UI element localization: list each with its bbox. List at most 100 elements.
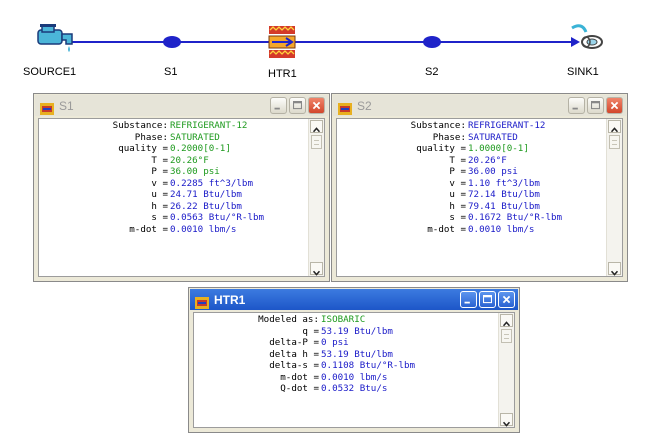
property-row: delta-s = 0.1108 Btu/°R-lbm bbox=[194, 360, 498, 372]
property-value: 0 psi bbox=[321, 337, 349, 348]
property-value: 53.19 Btu/lbm bbox=[321, 325, 393, 337]
maximize-button[interactable] bbox=[587, 97, 604, 114]
maximize-button[interactable] bbox=[289, 97, 306, 114]
property-value: 24.71 Btu/lbm bbox=[170, 189, 242, 200]
property-value: SATURATED bbox=[170, 131, 220, 143]
properties-panel-s2: Substance: REFRIGERANT-12 Phase: SATURATED q… bbox=[336, 118, 623, 277]
property-label: P = bbox=[151, 166, 168, 177]
property-label: h = bbox=[449, 200, 466, 212]
property-label: s = bbox=[449, 212, 466, 223]
scroll-up-button[interactable] bbox=[310, 120, 323, 133]
property-label: u = bbox=[449, 189, 466, 200]
property-row: s = 0.0563 Btu/°R-lbm bbox=[39, 212, 308, 224]
property-label: delta-s = bbox=[269, 360, 319, 371]
property-value: 26.22 Btu/lbm bbox=[170, 200, 242, 212]
property-list: Substance: REFRIGERANT-12 Phase: SATURATED q… bbox=[39, 120, 308, 235]
property-row: m-dot = 0.0010 lbm/s bbox=[337, 224, 606, 236]
vertical-scrollbar[interactable] bbox=[308, 119, 324, 276]
close-button[interactable] bbox=[308, 97, 325, 114]
properties-panel-htr1: Modeled as: ISOBARIC q = 53.19 Btu/lbm delta… bbox=[193, 312, 515, 428]
property-label: s = bbox=[151, 212, 168, 223]
stream-node-s1[interactable] bbox=[163, 36, 181, 48]
vertical-scrollbar[interactable] bbox=[606, 119, 622, 276]
property-value: 0.0010 lbm/s bbox=[321, 371, 388, 383]
property-row: Q-dot = 0.0532 Btu/s bbox=[194, 383, 498, 395]
close-button[interactable] bbox=[498, 291, 515, 308]
property-value: 0.0563 Btu/°R-lbm bbox=[170, 212, 265, 223]
minimize-button[interactable] bbox=[270, 97, 287, 114]
property-value: 1.0000[0-1] bbox=[468, 143, 529, 154]
property-row: quality = 0.2000[0-1] bbox=[39, 143, 308, 155]
property-row: delta-P = 0 psi bbox=[194, 337, 498, 349]
property-label: delta-P = bbox=[269, 337, 319, 348]
titlebar-s1[interactable]: S1 bbox=[35, 95, 328, 116]
heater-icon[interactable] bbox=[268, 26, 296, 58]
property-label: Substance: bbox=[410, 120, 466, 131]
properties-panel-s1: Substance: REFRIGERANT-12 Phase: SATURATED q… bbox=[38, 118, 325, 277]
property-label: delta h = bbox=[269, 348, 319, 360]
property-value: 72.14 Btu/lbm bbox=[468, 189, 540, 200]
property-label: Phase: bbox=[432, 131, 466, 143]
property-row: T = 20.26°F bbox=[337, 155, 606, 167]
vertical-scrollbar[interactable] bbox=[498, 313, 514, 427]
scroll-thumb[interactable] bbox=[609, 135, 620, 149]
window-title: HTR1 bbox=[214, 292, 246, 307]
property-value: ISOBARIC bbox=[321, 314, 366, 325]
scroll-up-button[interactable] bbox=[500, 314, 513, 327]
node-label-sink1: SINK1 bbox=[567, 66, 599, 78]
window-title: S1 bbox=[59, 98, 74, 113]
property-value: 0.0532 Btu/s bbox=[321, 383, 388, 394]
property-value: 53.19 Btu/lbm bbox=[321, 348, 393, 360]
titlebar-s2[interactable]: S2 bbox=[333, 95, 626, 116]
window-s1[interactable]: S1 Substance: REFRIGERANT-12 Phase: SATURAT… bbox=[33, 93, 330, 282]
property-label: q = bbox=[302, 325, 319, 337]
scroll-down-button[interactable] bbox=[310, 262, 323, 276]
minimize-button[interactable] bbox=[568, 97, 585, 114]
window-htr1[interactable]: HTR1 Modeled as: ISOBARIC q = 53.19 Btu/lbm… bbox=[188, 287, 520, 433]
property-label: T = bbox=[449, 154, 466, 166]
scroll-down-button[interactable] bbox=[500, 413, 513, 427]
node-label-s1: S1 bbox=[164, 66, 178, 78]
property-label: T = bbox=[151, 154, 168, 166]
property-value: 0.1108 Btu/°R-lbm bbox=[321, 360, 416, 371]
property-label: v = bbox=[449, 177, 466, 189]
scroll-up-button[interactable] bbox=[608, 120, 621, 133]
property-label: quality = bbox=[416, 143, 466, 154]
property-list: Modeled as: ISOBARIC q = 53.19 Btu/lbm delta… bbox=[194, 314, 498, 395]
property-row: s = 0.1672 Btu/°R-lbm bbox=[337, 212, 606, 224]
property-label: Q-dot = bbox=[280, 383, 319, 394]
property-label: m-dot = bbox=[129, 223, 168, 235]
property-value: 0.0010 lbm/s bbox=[468, 223, 535, 235]
minimize-button[interactable] bbox=[460, 291, 477, 308]
property-value: 0.0010 lbm/s bbox=[170, 223, 237, 235]
property-label: Phase: bbox=[134, 131, 168, 143]
scroll-down-button[interactable] bbox=[608, 262, 621, 276]
scroll-thumb[interactable] bbox=[311, 135, 322, 149]
node-label-htr1: HTR1 bbox=[268, 68, 297, 80]
flow-canvas bbox=[37, 24, 603, 58]
app-window-icon bbox=[195, 294, 209, 309]
property-label: h = bbox=[151, 200, 168, 212]
property-row: q = 53.19 Btu/lbm bbox=[194, 326, 498, 338]
property-row: v = 0.2285 ft^3/lbm bbox=[39, 178, 308, 190]
property-row: quality = 1.0000[0-1] bbox=[337, 143, 606, 155]
sink-drain-icon[interactable] bbox=[571, 24, 603, 49]
close-button[interactable] bbox=[606, 97, 623, 114]
flow-arrow-2 bbox=[571, 37, 580, 47]
property-row: h = 26.22 Btu/lbm bbox=[39, 201, 308, 213]
property-value: 79.41 Btu/lbm bbox=[468, 200, 540, 212]
scroll-thumb[interactable] bbox=[501, 329, 512, 343]
property-row: v = 1.10 ft^3/lbm bbox=[337, 178, 606, 190]
stream-node-s2[interactable] bbox=[423, 36, 441, 48]
faucet-icon[interactable] bbox=[37, 24, 73, 52]
window-title: S2 bbox=[357, 98, 372, 113]
property-value: 36.00 psi bbox=[468, 166, 518, 177]
property-row: u = 72.14 Btu/lbm bbox=[337, 189, 606, 201]
app-window-icon bbox=[338, 100, 352, 115]
node-label-source1: SOURCE1 bbox=[23, 66, 77, 78]
window-s2[interactable]: S2 Substance: REFRIGERANT-12 Phase: SATURAT… bbox=[331, 93, 628, 282]
property-row: Substance: REFRIGERANT-12 bbox=[337, 120, 606, 132]
maximize-button[interactable] bbox=[479, 291, 496, 308]
property-list: Substance: REFRIGERANT-12 Phase: SATURATED q… bbox=[337, 120, 606, 235]
titlebar-htr1[interactable]: HTR1 bbox=[190, 289, 518, 310]
